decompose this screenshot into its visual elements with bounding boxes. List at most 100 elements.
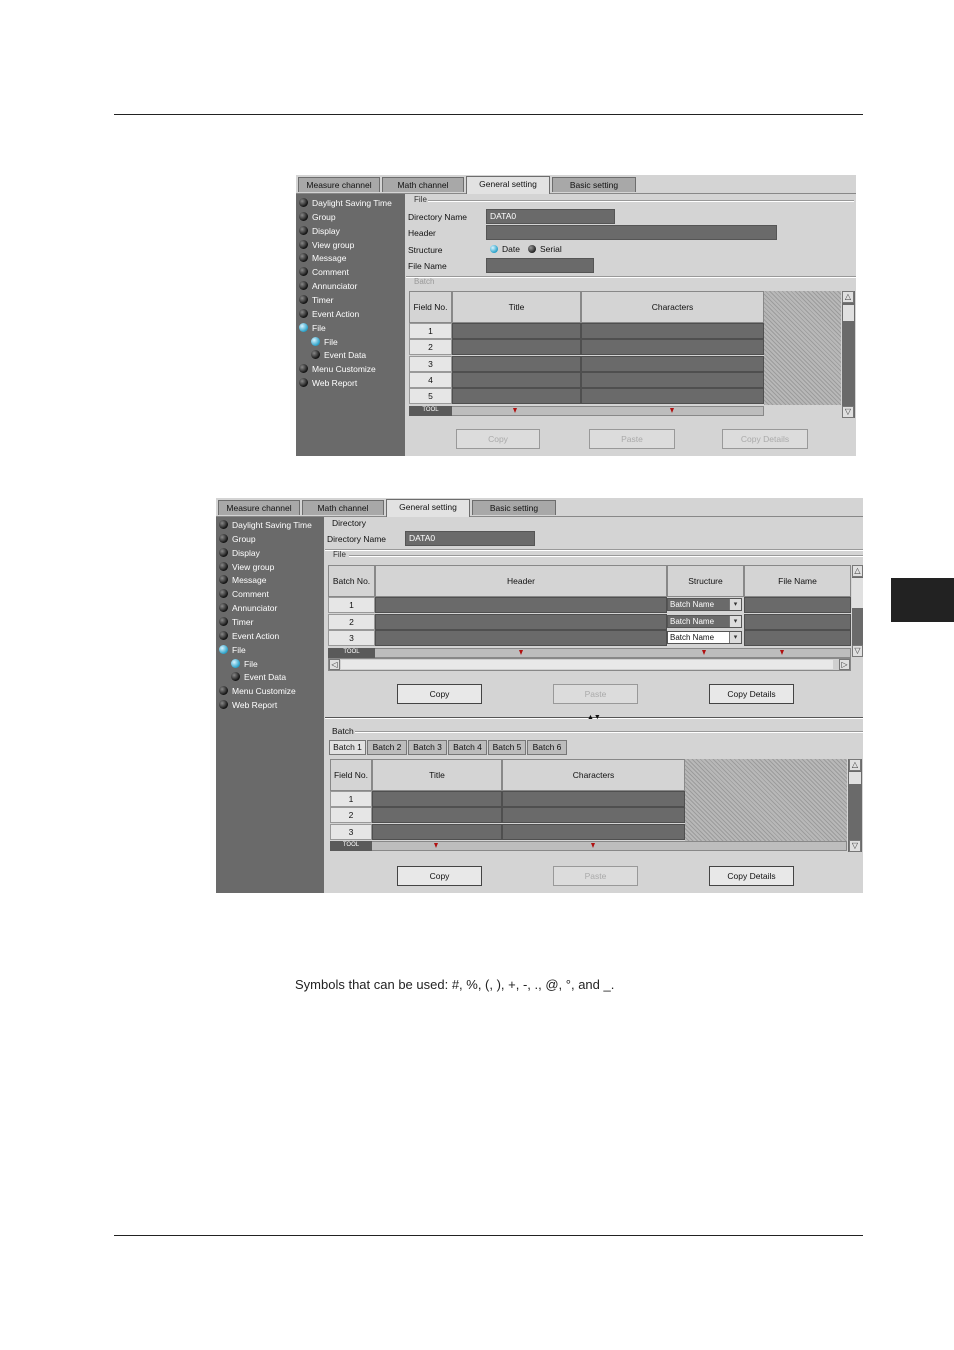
nav-item-timer[interactable]: Timer [219,616,253,629]
characters-cell[interactable] [581,339,764,356]
fill-down-arrow-icon[interactable] [513,407,517,413]
paste-button[interactable]: Paste [589,429,675,449]
scroll-thumb[interactable] [843,305,854,321]
scroll-up-icon[interactable]: △ [849,759,861,771]
scroll-down-icon[interactable]: ▽ [849,840,861,852]
characters-cell[interactable] [581,371,764,388]
chevron-down-icon[interactable]: ▾ [729,632,741,643]
header-input[interactable] [486,225,777,240]
paste-button[interactable]: Paste [553,866,638,886]
nav-item-comment[interactable]: Comment [299,266,349,279]
horizontal-scrollbar[interactable]: ◁ ▷ [328,658,851,671]
nav-item-file[interactable]: File [299,322,326,335]
scroll-thumb[interactable] [849,772,861,784]
tab-measure-channel[interactable]: Measure channel [218,500,300,515]
title-cell[interactable] [372,807,502,824]
batch-tab-2[interactable]: Batch 2 [367,740,407,755]
scroll-right-icon[interactable]: ▷ [839,659,850,670]
copy-button[interactable]: Copy [456,429,540,449]
splitter-handle-icon[interactable]: ▲▼ [587,714,601,721]
nav-item-file[interactable]: File [311,336,338,349]
fill-down-arrow-icon[interactable] [702,649,706,655]
tab-basic-setting[interactable]: Basic setting [552,177,636,192]
batch-tab-6[interactable]: Batch 6 [527,740,567,755]
file-name-cell[interactable] [744,613,851,630]
tab-general-setting[interactable]: General setting [386,499,470,517]
file-name-cell[interactable] [744,630,851,646]
nav-item-display[interactable]: Display [219,547,260,560]
nav-item-view-group[interactable]: View group [299,239,354,252]
file-name-cell[interactable] [744,597,851,613]
scroll-down-icon[interactable]: ▽ [842,406,854,418]
scroll-up-icon[interactable]: △ [842,291,854,303]
scroll-thumb[interactable] [341,660,833,669]
vertical-scrollbar[interactable]: △ ▽ [842,291,855,418]
structure-serial-radio[interactable]: Serial [528,244,562,254]
directory-name-input[interactable]: DATA0 [486,209,615,224]
tab-basic-setting[interactable]: Basic setting [472,500,556,515]
file-name-input[interactable] [486,258,594,273]
nav-item-event-data[interactable]: Event Data [231,671,286,684]
chevron-down-icon[interactable]: ▾ [729,615,741,627]
characters-cell[interactable] [581,355,764,372]
structure-date-radio[interactable]: Date [490,244,520,254]
fill-down-arrow-icon[interactable] [519,649,523,655]
vertical-scrollbar[interactable]: △ ▽ [852,565,863,657]
fill-down-arrow-icon[interactable] [591,842,595,848]
vertical-scrollbar[interactable]: △ ▽ [848,759,862,852]
nav-item-file[interactable]: File [231,658,258,671]
nav-item-message[interactable]: Message [219,574,267,587]
characters-cell[interactable] [581,323,764,339]
nav-item-timer[interactable]: Timer [299,294,333,307]
copy-details-button[interactable]: Copy Details [722,429,808,449]
batch-tab-1[interactable]: Batch 1 [329,740,366,755]
copy-button[interactable]: Copy [397,684,482,704]
nav-item-group[interactable]: Group [219,533,256,546]
header-cell[interactable] [375,597,667,613]
directory-name-input[interactable]: DATA0 [405,531,535,546]
nav-item-annunciator[interactable]: Annunciator [299,280,357,293]
scroll-left-icon[interactable]: ◁ [329,659,340,670]
tab-general-setting[interactable]: General setting [466,176,550,194]
nav-item-menu-customize[interactable]: Menu Customize [299,363,376,376]
nav-item-annunciator[interactable]: Annunciator [219,602,277,615]
tab-measure-channel[interactable]: Measure channel [298,177,380,192]
characters-cell[interactable] [502,823,685,840]
tab-math-channel[interactable]: Math channel [302,500,384,515]
title-cell[interactable] [452,355,581,372]
scroll-thumb[interactable] [852,578,863,608]
batch-tab-3[interactable]: Batch 3 [408,740,447,755]
copy-button[interactable]: Copy [397,866,482,886]
batch-tab-4[interactable]: Batch 4 [448,740,487,755]
copy-details-button[interactable]: Copy Details [709,684,794,704]
nav-item-web-report[interactable]: Web Report [219,699,277,712]
nav-item-message[interactable]: Message [299,252,347,265]
title-cell[interactable] [452,371,581,388]
nav-item-group[interactable]: Group [299,211,336,224]
copy-details-button[interactable]: Copy Details [709,866,794,886]
scroll-down-icon[interactable]: ▽ [852,645,863,657]
nav-item-event-action[interactable]: Event Action [219,630,279,643]
title-cell[interactable] [372,823,502,840]
characters-cell[interactable] [581,388,764,405]
paste-button[interactable]: Paste [553,684,638,704]
structure-select[interactable]: Batch Name ▾ [667,614,742,628]
header-cell[interactable] [375,613,667,630]
fill-down-arrow-icon[interactable] [434,842,438,848]
structure-select[interactable]: Batch Name ▾ [667,631,742,644]
nav-item-event-action[interactable]: Event Action [299,308,359,321]
nav-item-comment[interactable]: Comment [219,588,269,601]
fill-down-arrow-icon[interactable] [670,407,674,413]
tab-math-channel[interactable]: Math channel [382,177,464,192]
structure-select[interactable]: Batch Name ▾ [667,598,742,611]
nav-item-web-report[interactable]: Web Report [299,377,357,390]
nav-item-view-group[interactable]: View group [219,561,274,574]
chevron-down-icon[interactable]: ▾ [729,599,741,610]
characters-cell[interactable] [502,791,685,807]
title-cell[interactable] [372,791,502,807]
nav-item-daylight-saving-time[interactable]: Daylight Saving Time [219,519,312,532]
nav-item-event-data[interactable]: Event Data [311,349,366,362]
title-cell[interactable] [452,388,581,405]
nav-item-daylight-saving-time[interactable]: Daylight Saving Time [299,197,392,210]
nav-item-display[interactable]: Display [299,225,340,238]
